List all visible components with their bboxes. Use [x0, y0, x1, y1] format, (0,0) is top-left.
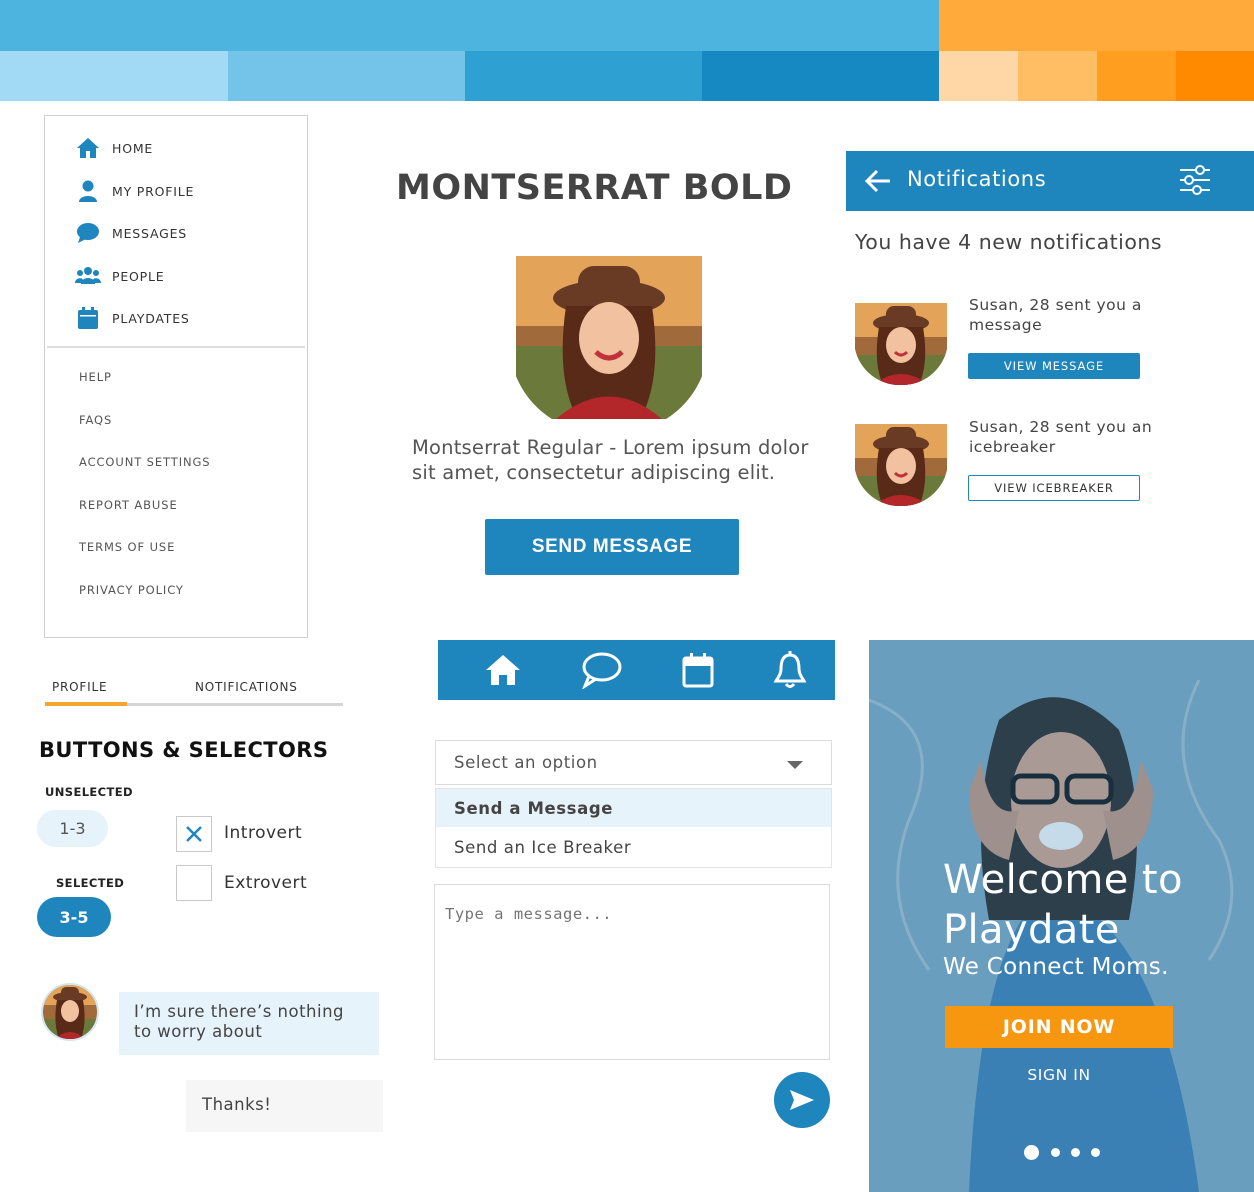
home-icon: [75, 135, 101, 161]
palette-blue-1: [0, 51, 228, 101]
sidebar-link-privacy-policy[interactable]: PRIVACY POLICY: [79, 583, 184, 597]
notifications-title: Notifications: [907, 167, 1047, 191]
bell-icon[interactable]: [769, 650, 811, 690]
notification-avatar: [855, 303, 947, 385]
sign-in-link[interactable]: SIGN IN: [945, 1066, 1173, 1084]
palette-orange-1: [939, 51, 1018, 101]
notification-avatar: [855, 424, 947, 506]
chat-avatar: [41, 983, 99, 1041]
tab-notifications[interactable]: NOTIFICATIONS: [195, 680, 298, 694]
welcome-title: Welcome to Playdate: [943, 855, 1183, 955]
sidebar-item-my-profile[interactable]: MY PROFILE: [75, 176, 194, 206]
select-value: Select an option: [454, 753, 598, 772]
sidebar-item-label: PLAYDATES: [112, 310, 190, 326]
introvert-label: Introvert: [224, 823, 303, 843]
palette-orange-4: [1176, 51, 1254, 101]
notification-text: Susan, 28 sent you an icebreaker: [969, 418, 1153, 456]
send-message-button[interactable]: SEND MESSAGE: [485, 519, 739, 575]
palette-blue-3: [465, 51, 702, 101]
range-pill-selected[interactable]: 3-5: [37, 897, 111, 937]
dropdown-menu: Send a Message Send an Ice Breaker: [435, 788, 832, 868]
people-icon: [75, 263, 101, 289]
sidebar-link-report-abuse[interactable]: REPORT ABUSE: [79, 498, 178, 512]
palette-orange-3: [1097, 51, 1176, 101]
sidebar-link-help[interactable]: HELP: [79, 370, 112, 384]
sidebar-item-people[interactable]: PEOPLE: [75, 261, 164, 291]
check-x-icon: [186, 826, 202, 842]
dropdown-option-send-ice-breaker[interactable]: Send an Ice Breaker: [436, 828, 831, 866]
send-button[interactable]: [774, 1072, 830, 1128]
chat-bubble-outgoing: Thanks!: [186, 1080, 383, 1132]
view-message-button[interactable]: VIEW MESSAGE: [968, 353, 1140, 379]
caret-down-icon: [787, 761, 803, 769]
carousel-dot-active[interactable]: [1024, 1145, 1039, 1160]
carousel-dot[interactable]: [1071, 1148, 1080, 1157]
send-arrow-icon: [790, 1090, 814, 1110]
notification-text: Susan, 28 sent you a message: [969, 296, 1142, 334]
home-icon[interactable]: [482, 650, 524, 690]
palette-top-blue: [0, 0, 939, 51]
dropdown-option-send-message[interactable]: Send a Message: [436, 789, 831, 827]
sidebar-item-messages[interactable]: MESSAGES: [75, 218, 187, 248]
option-select[interactable]: Select an option: [435, 740, 832, 785]
profile-body-text: Montserrat Regular - Lorem ipsum dolor s…: [412, 436, 809, 484]
sidebar-item-label: MESSAGES: [112, 225, 188, 241]
sidebar-item-label: HOME: [112, 140, 154, 156]
palette-blue-2: [228, 51, 465, 101]
sidebar-divider: [47, 346, 305, 348]
join-now-button[interactable]: JOIN NOW: [945, 1006, 1173, 1048]
section-title: BUTTONS & SELECTORS: [39, 738, 329, 762]
chat-bubble-incoming: I’m sure there’s nothing to worry about: [119, 992, 379, 1055]
back-arrow-icon[interactable]: [864, 168, 892, 198]
sidebar-menu: HOME MY PROFILE MESSAGES PEOPLE PLAYDATE…: [44, 115, 308, 638]
selected-label: SELECTED: [56, 876, 125, 890]
sidebar-item-home[interactable]: HOME: [75, 133, 153, 163]
welcome-subtitle: We Connect Moms.: [943, 954, 1169, 980]
range-pill-unselected[interactable]: 1-3: [37, 810, 108, 847]
profile-photo: [516, 256, 702, 419]
message-textarea[interactable]: [434, 884, 830, 1060]
welcome-title-line2: Playdate: [943, 907, 1120, 953]
palette-blue-4: [702, 51, 939, 101]
palette-orange-2: [1018, 51, 1097, 101]
sidebar-link-faqs[interactable]: FAQS: [79, 413, 112, 427]
sidebar-link-terms-of-use[interactable]: TERMS OF USE: [79, 540, 175, 554]
introvert-checkbox[interactable]: [176, 816, 212, 852]
chat-bubble-icon[interactable]: [581, 650, 623, 690]
chat-bubble-icon: [75, 220, 101, 246]
tab-active-indicator: [45, 702, 127, 706]
calendar-icon: [75, 305, 101, 331]
view-icebreaker-button[interactable]: VIEW ICEBREAKER: [968, 475, 1140, 501]
filter-sliders-icon[interactable]: [1177, 163, 1213, 201]
notifications-summary: You have 4 new notifications: [855, 230, 1163, 254]
sidebar-item-label: MY PROFILE: [112, 183, 195, 199]
carousel-dot[interactable]: [1051, 1148, 1060, 1157]
carousel-dot[interactable]: [1091, 1148, 1100, 1157]
tab-profile[interactable]: PROFILE: [52, 680, 107, 694]
sidebar-item-label: PEOPLE: [112, 268, 165, 284]
user-icon: [75, 178, 101, 204]
unselected-label: UNSELECTED: [45, 785, 133, 799]
palette-top-orange: [939, 0, 1254, 51]
sidebar-item-playdates[interactable]: PLAYDATES: [75, 303, 190, 333]
welcome-title-line1: Welcome to: [943, 857, 1183, 903]
bottom-navigation-bar: [438, 640, 835, 700]
calendar-icon[interactable]: [677, 650, 719, 690]
notifications-header: Notifications: [846, 151, 1254, 211]
welcome-screen: Welcome to Playdate We Connect Moms. JOI…: [869, 640, 1254, 1192]
extrovert-checkbox[interactable]: [176, 865, 212, 901]
sidebar-link-account-settings[interactable]: ACCOUNT SETTINGS: [79, 455, 211, 469]
extrovert-label: Extrovert: [224, 873, 308, 893]
profile-heading: MONTSERRAT BOLD: [396, 168, 793, 208]
